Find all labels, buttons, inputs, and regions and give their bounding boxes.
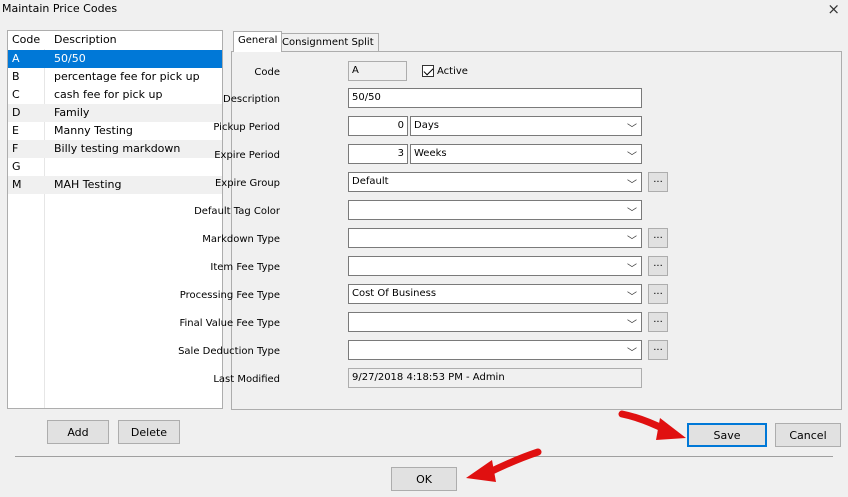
active-label: Active	[437, 66, 468, 77]
processing-fee-type-ellipsis-button[interactable]: ...	[648, 284, 668, 304]
annotation-arrow-icon	[466, 448, 542, 482]
list-item[interactable]: A 50/50	[8, 50, 222, 68]
last-modified-label: Last Modified	[213, 374, 280, 385]
chevron-down-icon: ﹀	[627, 292, 637, 303]
markdown-type-select[interactable]: ﹀	[348, 228, 642, 248]
ok-button[interactable]: OK	[391, 467, 457, 491]
sale-deduction-type-label: Sale Deduction Type	[178, 346, 280, 357]
column-header-code[interactable]: Code	[12, 33, 40, 46]
list-item-code: C	[12, 88, 20, 101]
expire-period-unit-value: Weeks	[414, 148, 447, 159]
expire-group-value: Default	[352, 176, 389, 187]
expire-period-label: Expire Period	[214, 150, 280, 161]
final-value-fee-type-label: Final Value Fee Type	[179, 318, 280, 329]
save-button[interactable]: Save	[687, 423, 767, 447]
sale-deduction-type-select[interactable]: ﹀	[348, 340, 642, 360]
annotation-arrow-icon	[618, 410, 686, 440]
list-item-code: G	[12, 160, 21, 173]
chevron-down-icon: ﹀	[627, 348, 637, 359]
sale-deduction-type-ellipsis-button[interactable]: ...	[648, 340, 668, 360]
tab-consignment-split[interactable]: Consignment Split	[277, 33, 379, 51]
code-label: Code	[254, 67, 280, 78]
delete-button[interactable]: Delete	[118, 420, 180, 444]
list-item-code: A	[12, 52, 20, 65]
markdown-type-ellipsis-button[interactable]: ...	[648, 228, 668, 248]
processing-fee-type-label: Processing Fee Type	[179, 290, 280, 301]
description-field[interactable]: 50/50	[348, 88, 642, 108]
title-bar: Maintain Price Codes ×	[0, 0, 848, 18]
list-item-description: MAH Testing	[54, 178, 122, 191]
description-label: Description	[223, 94, 280, 105]
window-title: Maintain Price Codes	[2, 2, 118, 15]
tab-general[interactable]: General	[233, 31, 283, 52]
processing-fee-type-select[interactable]: Cost Of Business ﹀	[348, 284, 642, 304]
list-item-code: M	[12, 178, 22, 191]
chevron-down-icon: ﹀	[627, 264, 637, 275]
separator-line	[15, 456, 833, 457]
pickup-period-input[interactable]: 0	[348, 116, 408, 136]
last-modified-field: 9/27/2018 4:18:53 PM - Admin	[348, 368, 642, 388]
chevron-down-icon: ﹀	[627, 320, 637, 331]
expire-group-ellipsis-button[interactable]: ...	[648, 172, 668, 192]
processing-fee-type-value: Cost Of Business	[352, 288, 437, 299]
pickup-period-unit-select[interactable]: Days ﹀	[410, 116, 642, 136]
chevron-down-icon: ﹀	[627, 208, 637, 219]
cancel-button[interactable]: Cancel	[775, 423, 841, 447]
add-button[interactable]: Add	[47, 420, 109, 444]
final-value-fee-type-ellipsis-button[interactable]: ...	[648, 312, 668, 332]
column-header-description[interactable]: Description	[54, 33, 117, 46]
chevron-down-icon: ﹀	[627, 180, 637, 191]
chevron-down-icon: ﹀	[627, 236, 637, 247]
final-value-fee-type-select[interactable]: ﹀	[348, 312, 642, 332]
expire-group-label: Expire Group	[214, 178, 280, 189]
list-item-code: D	[12, 106, 21, 119]
expire-period-unit-select[interactable]: Weeks ﹀	[410, 144, 642, 164]
list-header: Code Description	[8, 31, 222, 49]
item-fee-type-label: Item Fee Type	[210, 262, 280, 273]
list-item-code: E	[12, 124, 19, 137]
close-icon[interactable]: ×	[827, 0, 840, 18]
item-fee-type-ellipsis-button[interactable]: ...	[648, 256, 668, 276]
markdown-type-label: Markdown Type	[202, 234, 280, 245]
default-tag-color-select[interactable]: ﹀	[348, 200, 642, 220]
list-item[interactable]: D Family	[8, 104, 222, 122]
expire-period-input[interactable]: 3	[348, 144, 408, 164]
expire-group-select[interactable]: Default ﹀	[348, 172, 642, 192]
list-item-description: Family	[54, 106, 90, 119]
pickup-period-label: Pickup Period	[213, 122, 280, 133]
list-item-description: 50/50	[54, 52, 86, 65]
chevron-down-icon: ﹀	[627, 152, 637, 163]
code-field[interactable]: A	[348, 61, 407, 81]
list-item-code: B	[12, 70, 20, 83]
active-checkbox[interactable]	[422, 65, 434, 77]
chevron-down-icon: ﹀	[627, 124, 637, 135]
pickup-period-unit-value: Days	[414, 120, 439, 131]
item-fee-type-select[interactable]: ﹀	[348, 256, 642, 276]
default-tag-color-label: Default Tag Color	[194, 206, 280, 217]
list-item-code: F	[12, 142, 19, 155]
